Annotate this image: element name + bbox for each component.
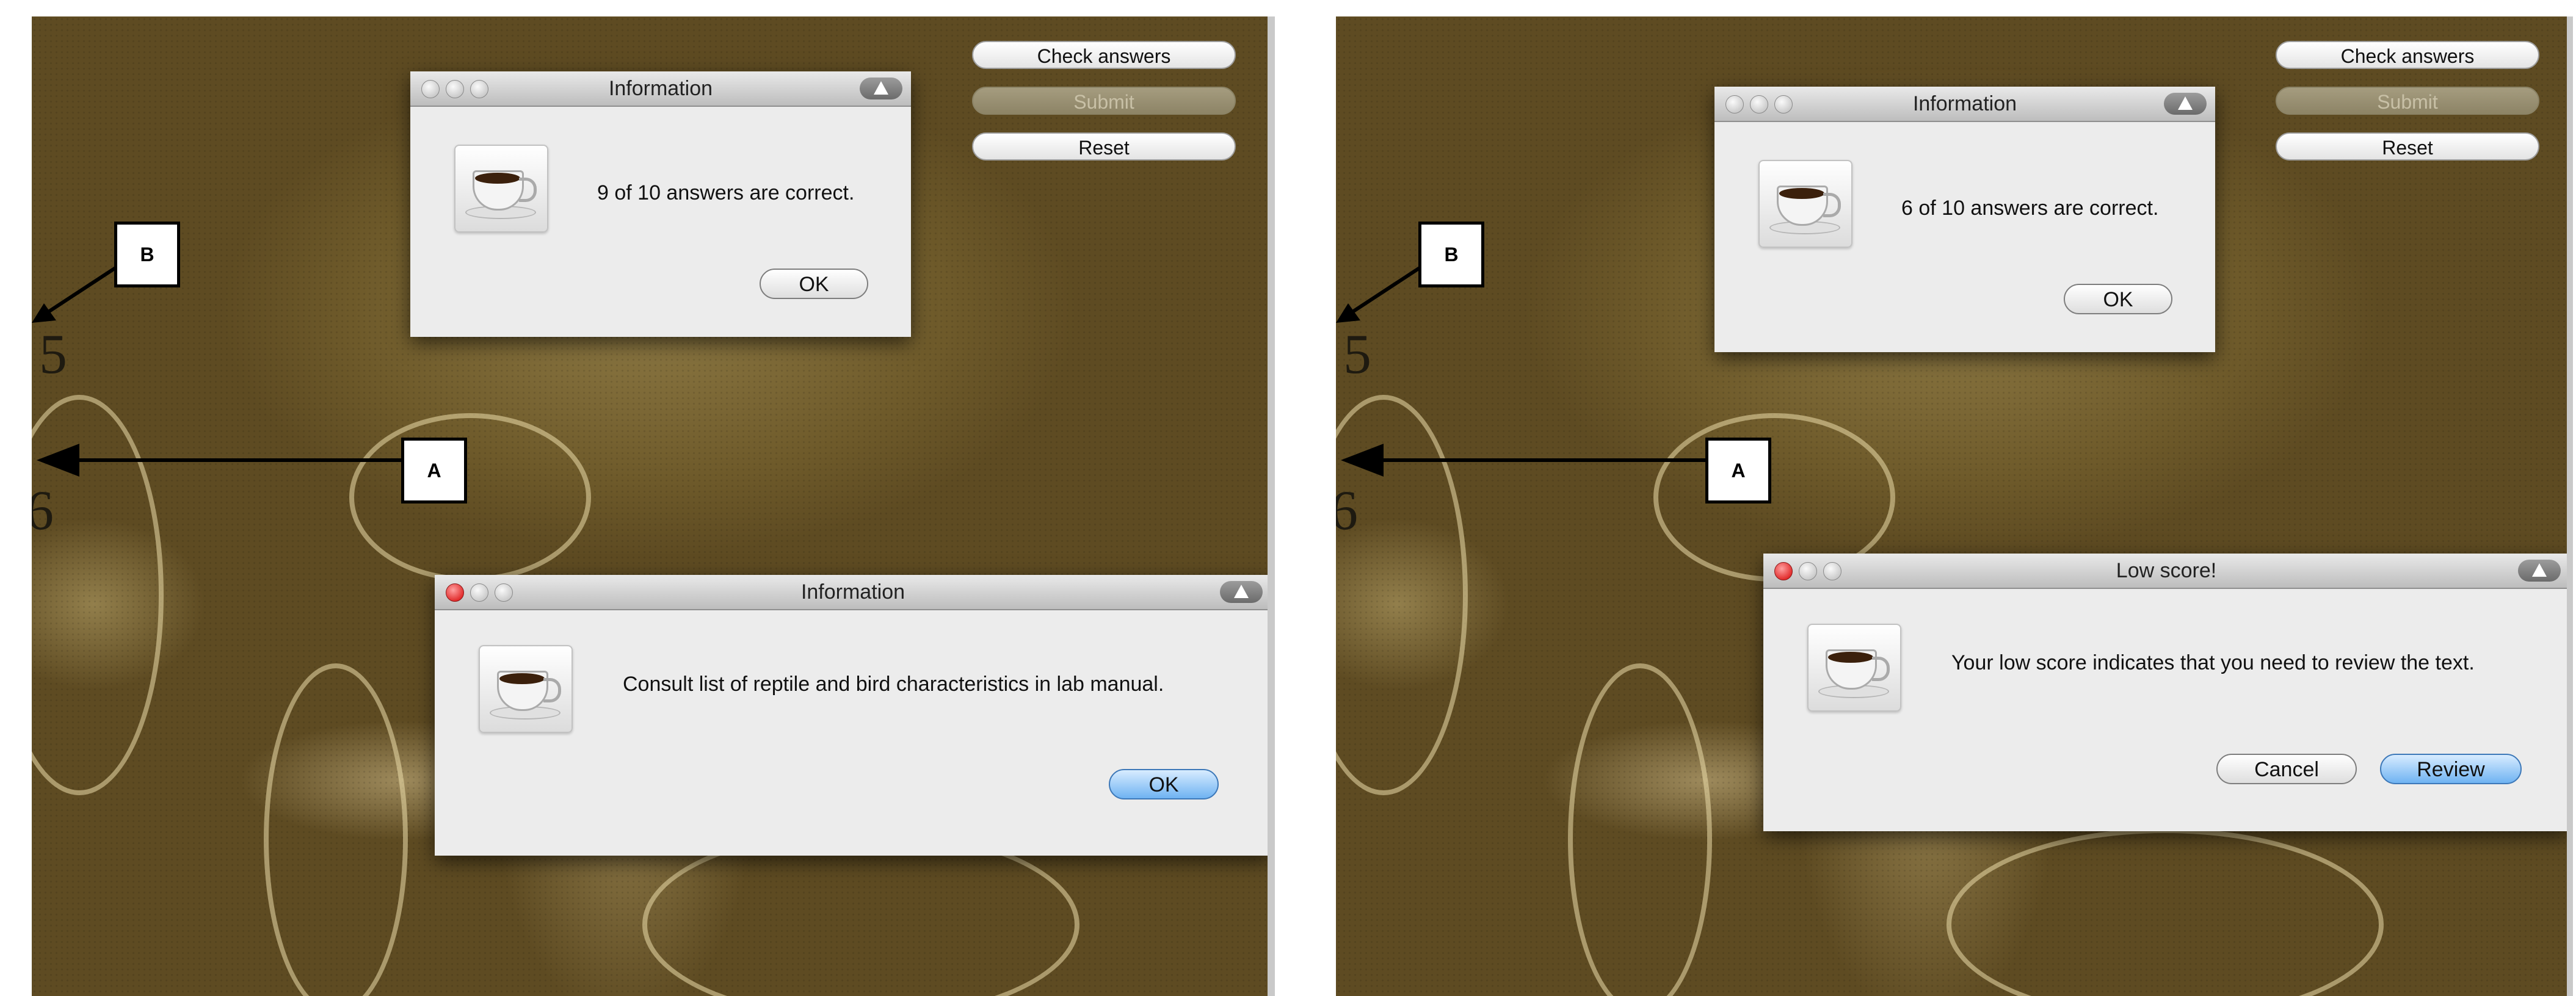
callout-a-line — [50, 458, 410, 462]
axis-number-5: 5 — [39, 323, 67, 385]
dialog-titlebar: Information — [435, 575, 1268, 610]
warning-icon — [860, 78, 902, 99]
information-dialog-score: Information 9 of 10 answers are correct.… — [410, 71, 911, 337]
information-dialog-score: Information 6 of 10 answers are correct.… — [1714, 87, 2215, 352]
callout-a-arrowhead — [1341, 444, 1384, 477]
axis-number-5: 5 — [1343, 323, 1371, 385]
dialog-titlebar: Information — [1714, 87, 2215, 122]
information-dialog-hint: Information Consult list of reptile and … — [435, 575, 1268, 856]
dialog-titlebar: Information — [410, 71, 911, 107]
reset-button[interactable]: Reset — [972, 132, 1236, 161]
callout-b-label: B — [114, 222, 180, 287]
callout-a-line — [1354, 458, 1714, 462]
dialog-title: Information — [800, 580, 905, 604]
right-screenshot-panel: Check answers Submit Reset B 5 A 6 Infor… — [1336, 16, 2573, 996]
coffee-cup-icon — [454, 145, 548, 233]
callout-a-arrowhead — [37, 444, 79, 477]
ok-button[interactable]: OK — [760, 269, 868, 299]
low-score-dialog: Low score! Your low score indicates that… — [1763, 554, 2567, 831]
dialog-titlebar: Low score! — [1763, 554, 2567, 589]
coffee-cup-icon — [479, 645, 573, 733]
dialog-message: 6 of 10 answers are correct. — [1901, 197, 2159, 220]
fossil-neck — [264, 663, 408, 996]
fossil-skull — [349, 413, 591, 582]
cancel-button[interactable]: Cancel — [2216, 754, 2357, 784]
callout-b-label: B — [1418, 222, 1484, 287]
ok-button[interactable]: OK — [2064, 284, 2172, 314]
axis-number-6: 6 — [32, 478, 54, 543]
callout-b-arrow — [32, 265, 118, 323]
callout-b-arrow — [1336, 265, 1423, 323]
warning-icon — [2518, 560, 2561, 582]
dialog-message: Consult list of reptile and bird charact… — [623, 673, 1164, 696]
review-button[interactable]: Review — [2380, 754, 2522, 784]
submit-button: Submit — [972, 87, 1236, 115]
check-answers-button[interactable]: Check answers — [2276, 41, 2539, 69]
ok-button[interactable]: OK — [1109, 769, 1219, 799]
warning-icon — [2164, 93, 2207, 115]
dialog-title: Information — [608, 77, 713, 100]
fossil-neck — [1568, 663, 1712, 996]
dialog-title: Low score! — [2116, 559, 2217, 582]
callout-a-label: A — [1705, 438, 1771, 503]
coffee-cup-icon — [1758, 160, 1852, 248]
coffee-cup-icon — [1807, 624, 1901, 712]
submit-button: Submit — [2276, 87, 2539, 115]
warning-icon — [1220, 581, 1263, 603]
check-answers-button[interactable]: Check answers — [972, 41, 1236, 69]
dialog-message: Your low score indicates that you need t… — [1951, 651, 2475, 674]
left-screenshot-panel: Check answers Submit Reset B 5 A 6 Infor… — [32, 16, 1275, 996]
dialog-title: Information — [1912, 92, 2017, 115]
callout-a-label: A — [401, 438, 467, 503]
dialog-message: 9 of 10 answers are correct. — [597, 181, 855, 204]
reset-button[interactable]: Reset — [2276, 132, 2539, 161]
axis-number-6: 6 — [1336, 478, 1358, 543]
